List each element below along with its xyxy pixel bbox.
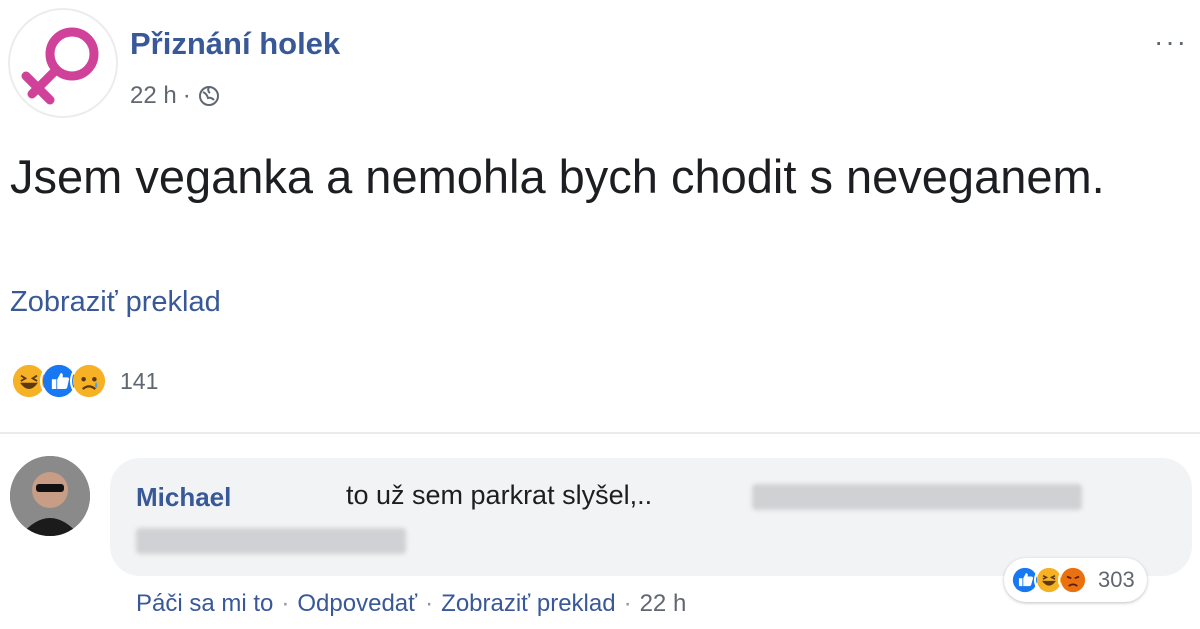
- redacted-text: [136, 528, 406, 554]
- page-name-link[interactable]: Přiznání holek: [130, 26, 340, 62]
- page-avatar[interactable]: [8, 8, 118, 118]
- comment-time[interactable]: 22 h: [640, 590, 687, 618]
- avatar-photo: [10, 456, 90, 536]
- separator: ·: [623, 590, 632, 617]
- meta-separator: ·: [182, 82, 191, 109]
- separator: ·: [425, 590, 434, 617]
- comment-reaction-count[interactable]: 303: [1098, 567, 1135, 593]
- comment-actions: Páči sa mi to · Odpovedať · Zobraziť pre…: [136, 590, 686, 618]
- post-meta: 22 h ·: [130, 82, 221, 110]
- comment-translate-link[interactable]: Zobraziť preklad: [441, 590, 615, 618]
- reaction-count[interactable]: 141: [120, 368, 158, 395]
- more-options-icon[interactable]: ···: [1154, 26, 1188, 58]
- commenter-avatar[interactable]: [10, 456, 90, 536]
- reply-link[interactable]: Odpovedať: [297, 590, 417, 618]
- post-reactions[interactable]: 141: [10, 362, 158, 400]
- post-time[interactable]: 22 h: [130, 82, 177, 110]
- see-translation-link[interactable]: Zobraziť preklad: [10, 286, 221, 319]
- separator: ·: [281, 590, 290, 617]
- redacted-text: [752, 484, 1082, 510]
- divider: [0, 432, 1200, 434]
- female-symbol-logo: [21, 27, 99, 105]
- sad-icon: [70, 362, 108, 400]
- post-text: Jsem veganka a nemohla bych chodit s nev…: [10, 150, 1105, 203]
- comment-reactions[interactable]: 303: [1004, 558, 1147, 602]
- comment-text: to už sem parkrat slyšel,..: [346, 480, 653, 510]
- like-comment-link[interactable]: Páči sa mi to: [136, 590, 273, 618]
- angry-icon: [1058, 565, 1088, 595]
- commenter-name-link[interactable]: Michael: [136, 482, 231, 513]
- globe-icon[interactable]: [197, 84, 221, 108]
